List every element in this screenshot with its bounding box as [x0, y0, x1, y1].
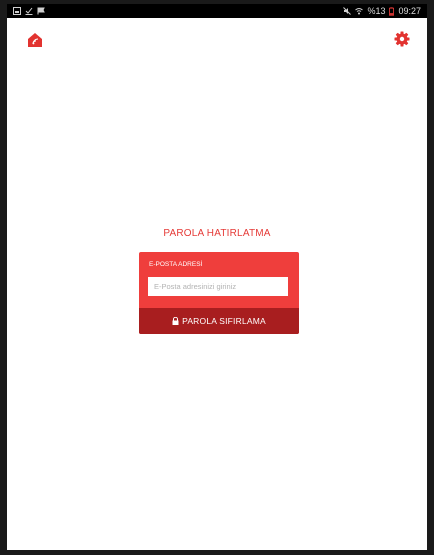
lock-icon — [172, 317, 179, 325]
status-bar: %13 09:27 — [7, 4, 427, 18]
email-label: E-POSTA ADRESİ — [149, 261, 203, 268]
status-time: 09:27 — [398, 6, 421, 16]
flag-icon — [37, 7, 45, 15]
page-title: PAROLA HATIRLATMA — [163, 228, 271, 239]
download-check-icon — [25, 7, 33, 15]
battery-percent: %13 — [367, 6, 386, 16]
home-logo-button[interactable] — [27, 32, 43, 48]
device-frame: %13 09:27 PAROLA HATIRLATMA E-POSTA ADRE… — [0, 0, 434, 555]
reset-password-label: PAROLA SIFIRLAMA — [182, 316, 266, 326]
mute-icon — [343, 7, 352, 15]
status-bar-left — [7, 7, 45, 15]
battery-icon — [389, 6, 395, 16]
email-input[interactable] — [148, 277, 288, 296]
reset-password-button[interactable]: PAROLA SIFIRLAMA — [139, 308, 299, 334]
app-header — [7, 18, 427, 58]
status-bar-right: %13 09:27 — [343, 6, 427, 16]
home-signal-icon — [28, 33, 42, 47]
settings-button[interactable] — [394, 31, 410, 47]
wifi-icon — [355, 8, 364, 15]
gallery-icon — [13, 7, 21, 15]
app-screen: PAROLA HATIRLATMA E-POSTA ADRESİ PAROLA … — [7, 18, 427, 550]
password-reset-card: E-POSTA ADRESİ PAROLA SIFIRLAMA — [139, 252, 299, 334]
gear-icon — [394, 31, 410, 47]
